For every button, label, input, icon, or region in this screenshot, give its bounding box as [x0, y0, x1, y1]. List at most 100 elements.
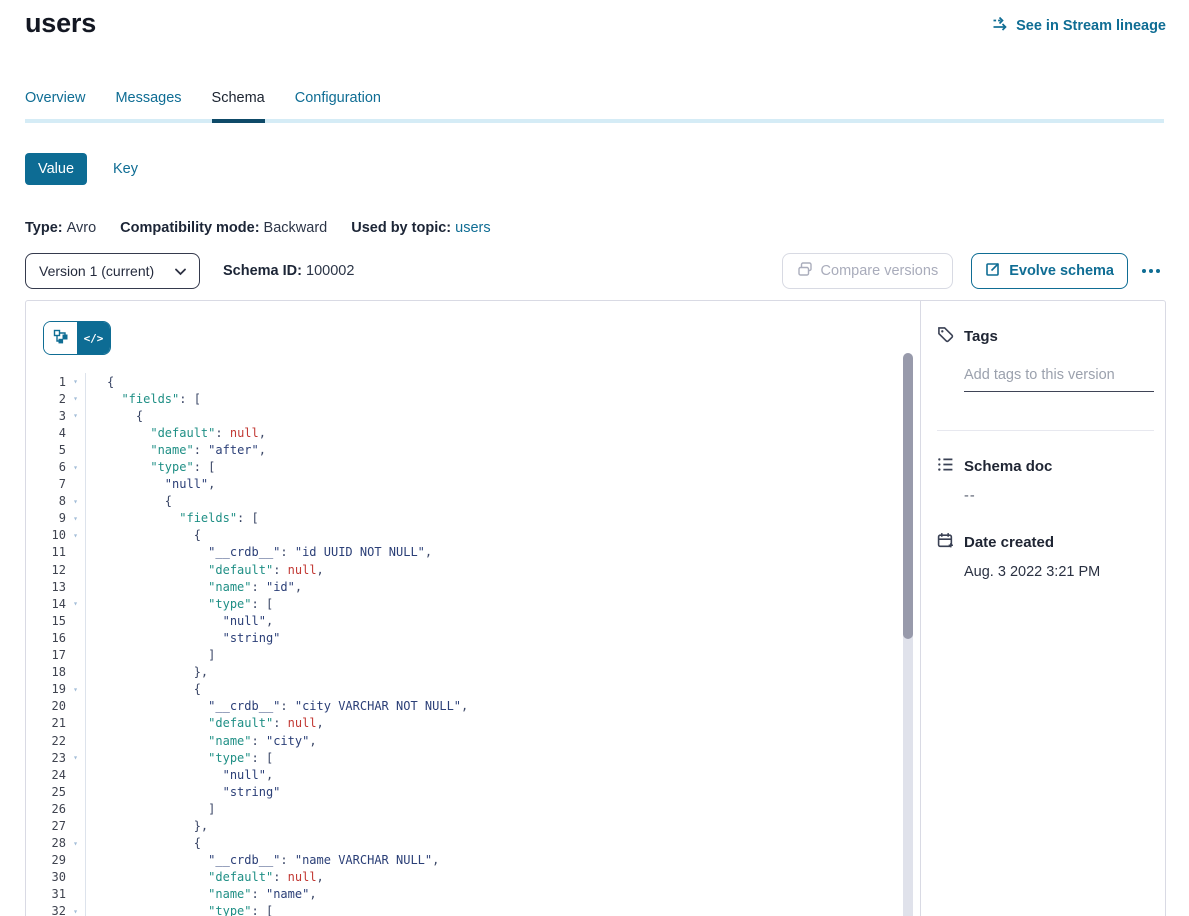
line-number: 8: [26, 494, 66, 508]
tab-schema[interactable]: Schema: [212, 90, 265, 119]
line-number: 25: [26, 785, 66, 799]
see-in-stream-lineage-link[interactable]: See in Stream lineage: [992, 16, 1166, 36]
editor-scrollbar-thumb[interactable]: [903, 353, 913, 639]
fold-arrow-icon[interactable]: ▾: [66, 390, 85, 407]
code-line: 5 "name": "after",: [26, 441, 900, 458]
code-line: 27 },: [26, 817, 900, 834]
fold-arrow-icon[interactable]: ▾: [66, 595, 85, 612]
code-line: 31 "name": "name",: [26, 886, 900, 903]
tab-overview[interactable]: Overview: [25, 90, 85, 119]
fold-arrow-icon[interactable]: ▾: [66, 749, 85, 766]
tags-title: Tags: [964, 328, 998, 345]
code-line: 16 "string": [26, 629, 900, 646]
schema-id-value: 100002: [306, 263, 354, 279]
code-line: 19▾ {: [26, 681, 900, 698]
tab-configuration[interactable]: Configuration: [295, 90, 381, 119]
fold-arrow-icon[interactable]: ▾: [66, 510, 85, 527]
value-tab-button[interactable]: Value: [25, 153, 87, 185]
schema-page: users See in Stream lineage Overview Mess…: [0, 0, 1189, 916]
page-header: users See in Stream lineage: [25, 8, 1166, 39]
line-number: 27: [26, 819, 66, 833]
code-line: 8▾ {: [26, 493, 900, 510]
tab-messages[interactable]: Messages: [115, 90, 181, 119]
code-line: 17 ]: [26, 647, 900, 664]
line-number: 23: [26, 751, 66, 765]
tags-heading: Tags: [937, 326, 1154, 347]
fold-arrow-icon[interactable]: ▾: [66, 903, 85, 916]
line-number: 31: [26, 887, 66, 901]
value-key-toggle: Value Key: [25, 153, 138, 185]
line-number: 18: [26, 665, 66, 679]
more-options-button[interactable]: [1136, 261, 1166, 281]
line-number: 6: [26, 460, 66, 474]
code-line: 28▾ {: [26, 835, 900, 852]
code-line: 29 "__crdb__": "name VARCHAR NULL",: [26, 852, 900, 869]
line-number: 3: [26, 409, 66, 423]
line-number: 22: [26, 734, 66, 748]
stream-lineage-icon: [992, 16, 1009, 36]
meta-row: Type:AvroCompatibility mode:BackwardUsed…: [25, 220, 491, 236]
list-icon: [937, 456, 954, 477]
code-line: 24 "null",: [26, 766, 900, 783]
page-title: users: [25, 8, 96, 39]
code-line: 10▾ {: [26, 527, 900, 544]
tree-view-button[interactable]: [44, 322, 77, 354]
code-line: 11 "__crdb__": "id UUID NOT NULL",: [26, 544, 900, 561]
line-number: 19: [26, 682, 66, 696]
compare-versions-button[interactable]: Compare versions: [782, 253, 954, 289]
line-number: 10: [26, 528, 66, 542]
tag-icon: [937, 326, 954, 347]
version-bar: Version 1 (current) Schema ID: 100002 Co…: [25, 253, 1166, 289]
meta-value: Backward: [264, 220, 328, 236]
schema-id: Schema ID: 100002: [223, 263, 354, 279]
code-line: 26 ]: [26, 800, 900, 817]
code-line: 4 "default": null,: [26, 424, 900, 441]
tabs-row: Overview Messages Schema Configuration: [25, 90, 1164, 123]
fold-arrow-icon[interactable]: ▾: [66, 835, 85, 852]
calendar-plus-icon: [937, 532, 954, 553]
tags-input[interactable]: [964, 367, 1154, 392]
code-line: 15 "null",: [26, 612, 900, 629]
code-line: 18 },: [26, 664, 900, 681]
code-line: 21 "default": null,: [26, 715, 900, 732]
line-number: 14: [26, 597, 66, 611]
line-number: 26: [26, 802, 66, 816]
line-number: 5: [26, 443, 66, 457]
meta-value-link[interactable]: users: [455, 220, 490, 236]
line-number: 1: [26, 375, 66, 389]
code-line: 2▾ "fields": [: [26, 390, 900, 407]
meta-value: Avro: [67, 220, 97, 236]
schema-sidebar: Tags Schema doc --: [920, 301, 1170, 916]
ellipsis-icon: [1142, 269, 1146, 273]
code-line: 22 "name": "city",: [26, 732, 900, 749]
fold-arrow-icon[interactable]: ▾: [66, 681, 85, 698]
fold-arrow-icon[interactable]: ▾: [66, 373, 85, 390]
code-line: 20 "__crdb__": "city VARCHAR NOT NULL",: [26, 698, 900, 715]
sidebar-divider: [937, 430, 1154, 431]
key-tab-link[interactable]: Key: [113, 161, 138, 177]
code-line: 25 "string": [26, 783, 900, 800]
code-line: 32▾ "type": [: [26, 903, 900, 916]
evolve-schema-button[interactable]: Evolve schema: [971, 253, 1128, 289]
line-number: 16: [26, 631, 66, 645]
code-view-button[interactable]: </>: [77, 322, 110, 354]
line-number: 24: [26, 768, 66, 782]
version-select[interactable]: Version 1 (current): [25, 253, 200, 289]
schema-doc-value: --: [964, 488, 1154, 504]
code-line: 3▾ {: [26, 407, 900, 424]
tree-view-icon: [53, 329, 69, 348]
line-number: 2: [26, 392, 66, 406]
fold-arrow-icon[interactable]: ▾: [66, 527, 85, 544]
line-number: 17: [26, 648, 66, 662]
code-pane: </> 1▾{2▾ "fields": [3▾ {4 "default": nu…: [26, 301, 920, 916]
schema-doc-heading: Schema doc: [937, 456, 1154, 477]
meta-item: Type:Avro: [25, 220, 96, 236]
line-number: 29: [26, 853, 66, 867]
fold-arrow-icon[interactable]: ▾: [66, 493, 85, 510]
schema-id-label: Schema ID:: [223, 263, 302, 279]
editor-scrollbar-track[interactable]: [903, 353, 913, 916]
line-number: 11: [26, 545, 66, 559]
fold-arrow-icon[interactable]: ▾: [66, 459, 85, 476]
fold-arrow-icon[interactable]: ▾: [66, 407, 85, 424]
line-number: 20: [26, 699, 66, 713]
